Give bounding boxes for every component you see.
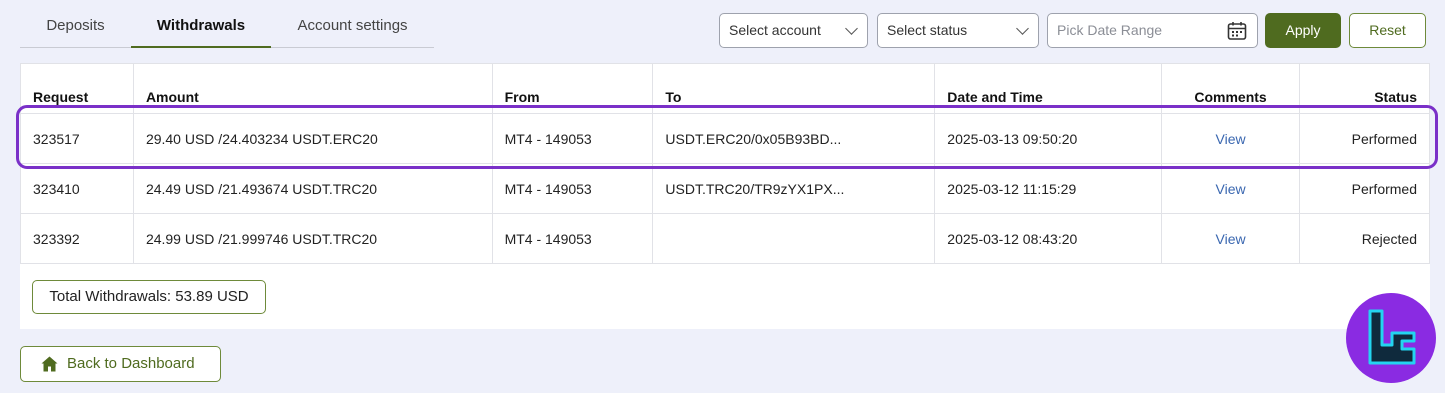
header-amount: Amount	[132, 63, 493, 114]
chevron-down-icon	[1016, 22, 1029, 35]
date-range-placeholder: Pick Date Range	[1057, 22, 1163, 38]
status-select-label: Select status	[887, 22, 968, 38]
tab-deposits[interactable]: Deposits	[20, 0, 131, 48]
cell-datetime: 2025-03-12 11:15:29	[934, 163, 1163, 214]
tab-bar: Deposits Withdrawals Account settings	[20, 0, 434, 48]
view-comment-link[interactable]: View	[1216, 231, 1246, 247]
cell-amount: 24.49 USD /21.493674 USDT.TRC20	[132, 163, 493, 214]
table-row: 323410 24.49 USD /21.493674 USDT.TRC20 M…	[20, 163, 1430, 214]
date-range-picker[interactable]: Pick Date Range	[1047, 13, 1258, 48]
header-request: Request	[20, 63, 134, 114]
account-select-label: Select account	[729, 22, 821, 38]
view-comment-link[interactable]: View	[1216, 131, 1246, 147]
cell-from: MT4 - 149053	[491, 113, 654, 164]
cell-from: MT4 - 149053	[491, 213, 654, 264]
cell-status: Performed	[1299, 113, 1430, 164]
status-select[interactable]: Select status	[877, 13, 1039, 48]
tab-account-settings[interactable]: Account settings	[271, 0, 434, 48]
cell-to: USDT.TRC20/TR9zYX1PX...	[652, 163, 936, 214]
cell-to: USDT.ERC20/0x05B93BD...	[652, 113, 936, 164]
header-datetime: Date and Time	[934, 63, 1163, 114]
apply-button[interactable]: Apply	[1265, 13, 1341, 48]
cell-request: 323517	[20, 113, 134, 164]
header-to: To	[652, 63, 936, 114]
total-withdrawals-badge: Total Withdrawals: 53.89 USD	[32, 280, 266, 314]
withdrawals-table: Request Amount From To Date and Time Com…	[20, 63, 1430, 264]
cell-to	[652, 213, 936, 264]
account-select[interactable]: Select account	[719, 13, 868, 48]
calendar-icon[interactable]	[1227, 21, 1247, 41]
cell-request: 323392	[20, 213, 134, 264]
cell-comments: View	[1161, 163, 1301, 214]
cell-comments: View	[1161, 213, 1301, 264]
table-header-row: Request Amount From To Date and Time Com…	[20, 63, 1430, 114]
cell-status: Performed	[1299, 163, 1430, 214]
cell-datetime: 2025-03-13 09:50:20	[934, 113, 1163, 164]
table-row: 323517 29.40 USD /24.403234 USDT.ERC20 M…	[20, 113, 1430, 164]
header-status: Status	[1299, 63, 1430, 114]
cell-comments: View	[1161, 113, 1301, 164]
header-from: From	[491, 63, 654, 114]
cell-status: Rejected	[1299, 213, 1430, 264]
view-comment-link[interactable]: View	[1216, 181, 1246, 197]
home-icon	[41, 356, 58, 372]
tab-withdrawals[interactable]: Withdrawals	[131, 0, 271, 48]
header-comments: Comments	[1161, 63, 1301, 114]
brand-logo-icon	[1346, 293, 1436, 383]
back-to-dashboard-button[interactable]: Back to Dashboard	[20, 346, 221, 382]
back-to-dashboard-label: Back to Dashboard	[67, 355, 195, 372]
cell-amount: 24.99 USD /21.999746 USDT.TRC20	[132, 213, 493, 264]
cell-request: 323410	[20, 163, 134, 214]
cell-from: MT4 - 149053	[491, 163, 654, 214]
table-row: 323392 24.99 USD /21.999746 USDT.TRC20 M…	[20, 213, 1430, 264]
cell-datetime: 2025-03-12 08:43:20	[934, 213, 1163, 264]
chevron-down-icon	[845, 22, 858, 35]
cell-amount: 29.40 USD /24.403234 USDT.ERC20	[132, 113, 493, 164]
reset-button[interactable]: Reset	[1349, 13, 1426, 48]
